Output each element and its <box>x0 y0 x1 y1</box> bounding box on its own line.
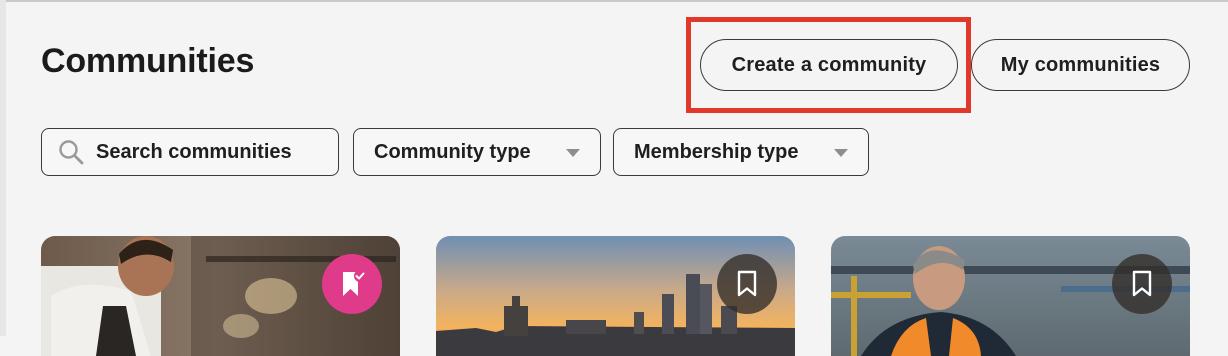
bookmark-button[interactable] <box>322 254 382 314</box>
bookmark-button[interactable] <box>1112 254 1172 314</box>
community-card[interactable] <box>831 236 1190 356</box>
community-card[interactable] <box>41 236 400 356</box>
search-communities-input[interactable]: Search communities <box>41 128 339 176</box>
top-divider <box>0 0 1228 2</box>
community-card[interactable] <box>436 236 795 356</box>
community-type-label: Community type <box>374 140 531 163</box>
left-edge <box>0 0 6 336</box>
bookmark-icon <box>1132 270 1152 297</box>
membership-type-label: Membership type <box>634 140 799 163</box>
search-icon <box>59 140 84 165</box>
create-community-button[interactable]: Create a community <box>700 39 958 91</box>
chevron-down-icon <box>834 149 848 157</box>
chevron-down-icon <box>566 149 580 157</box>
search-communities-label: Search communities <box>96 140 292 163</box>
membership-type-dropdown[interactable]: Membership type <box>613 128 869 176</box>
bookmark-icon <box>737 270 757 297</box>
my-communities-button[interactable]: My communities <box>971 39 1190 91</box>
page-title: Communities <box>41 42 255 80</box>
bookmark-check-icon <box>343 270 366 296</box>
bookmark-button[interactable] <box>717 254 777 314</box>
community-type-dropdown[interactable]: Community type <box>353 128 601 176</box>
